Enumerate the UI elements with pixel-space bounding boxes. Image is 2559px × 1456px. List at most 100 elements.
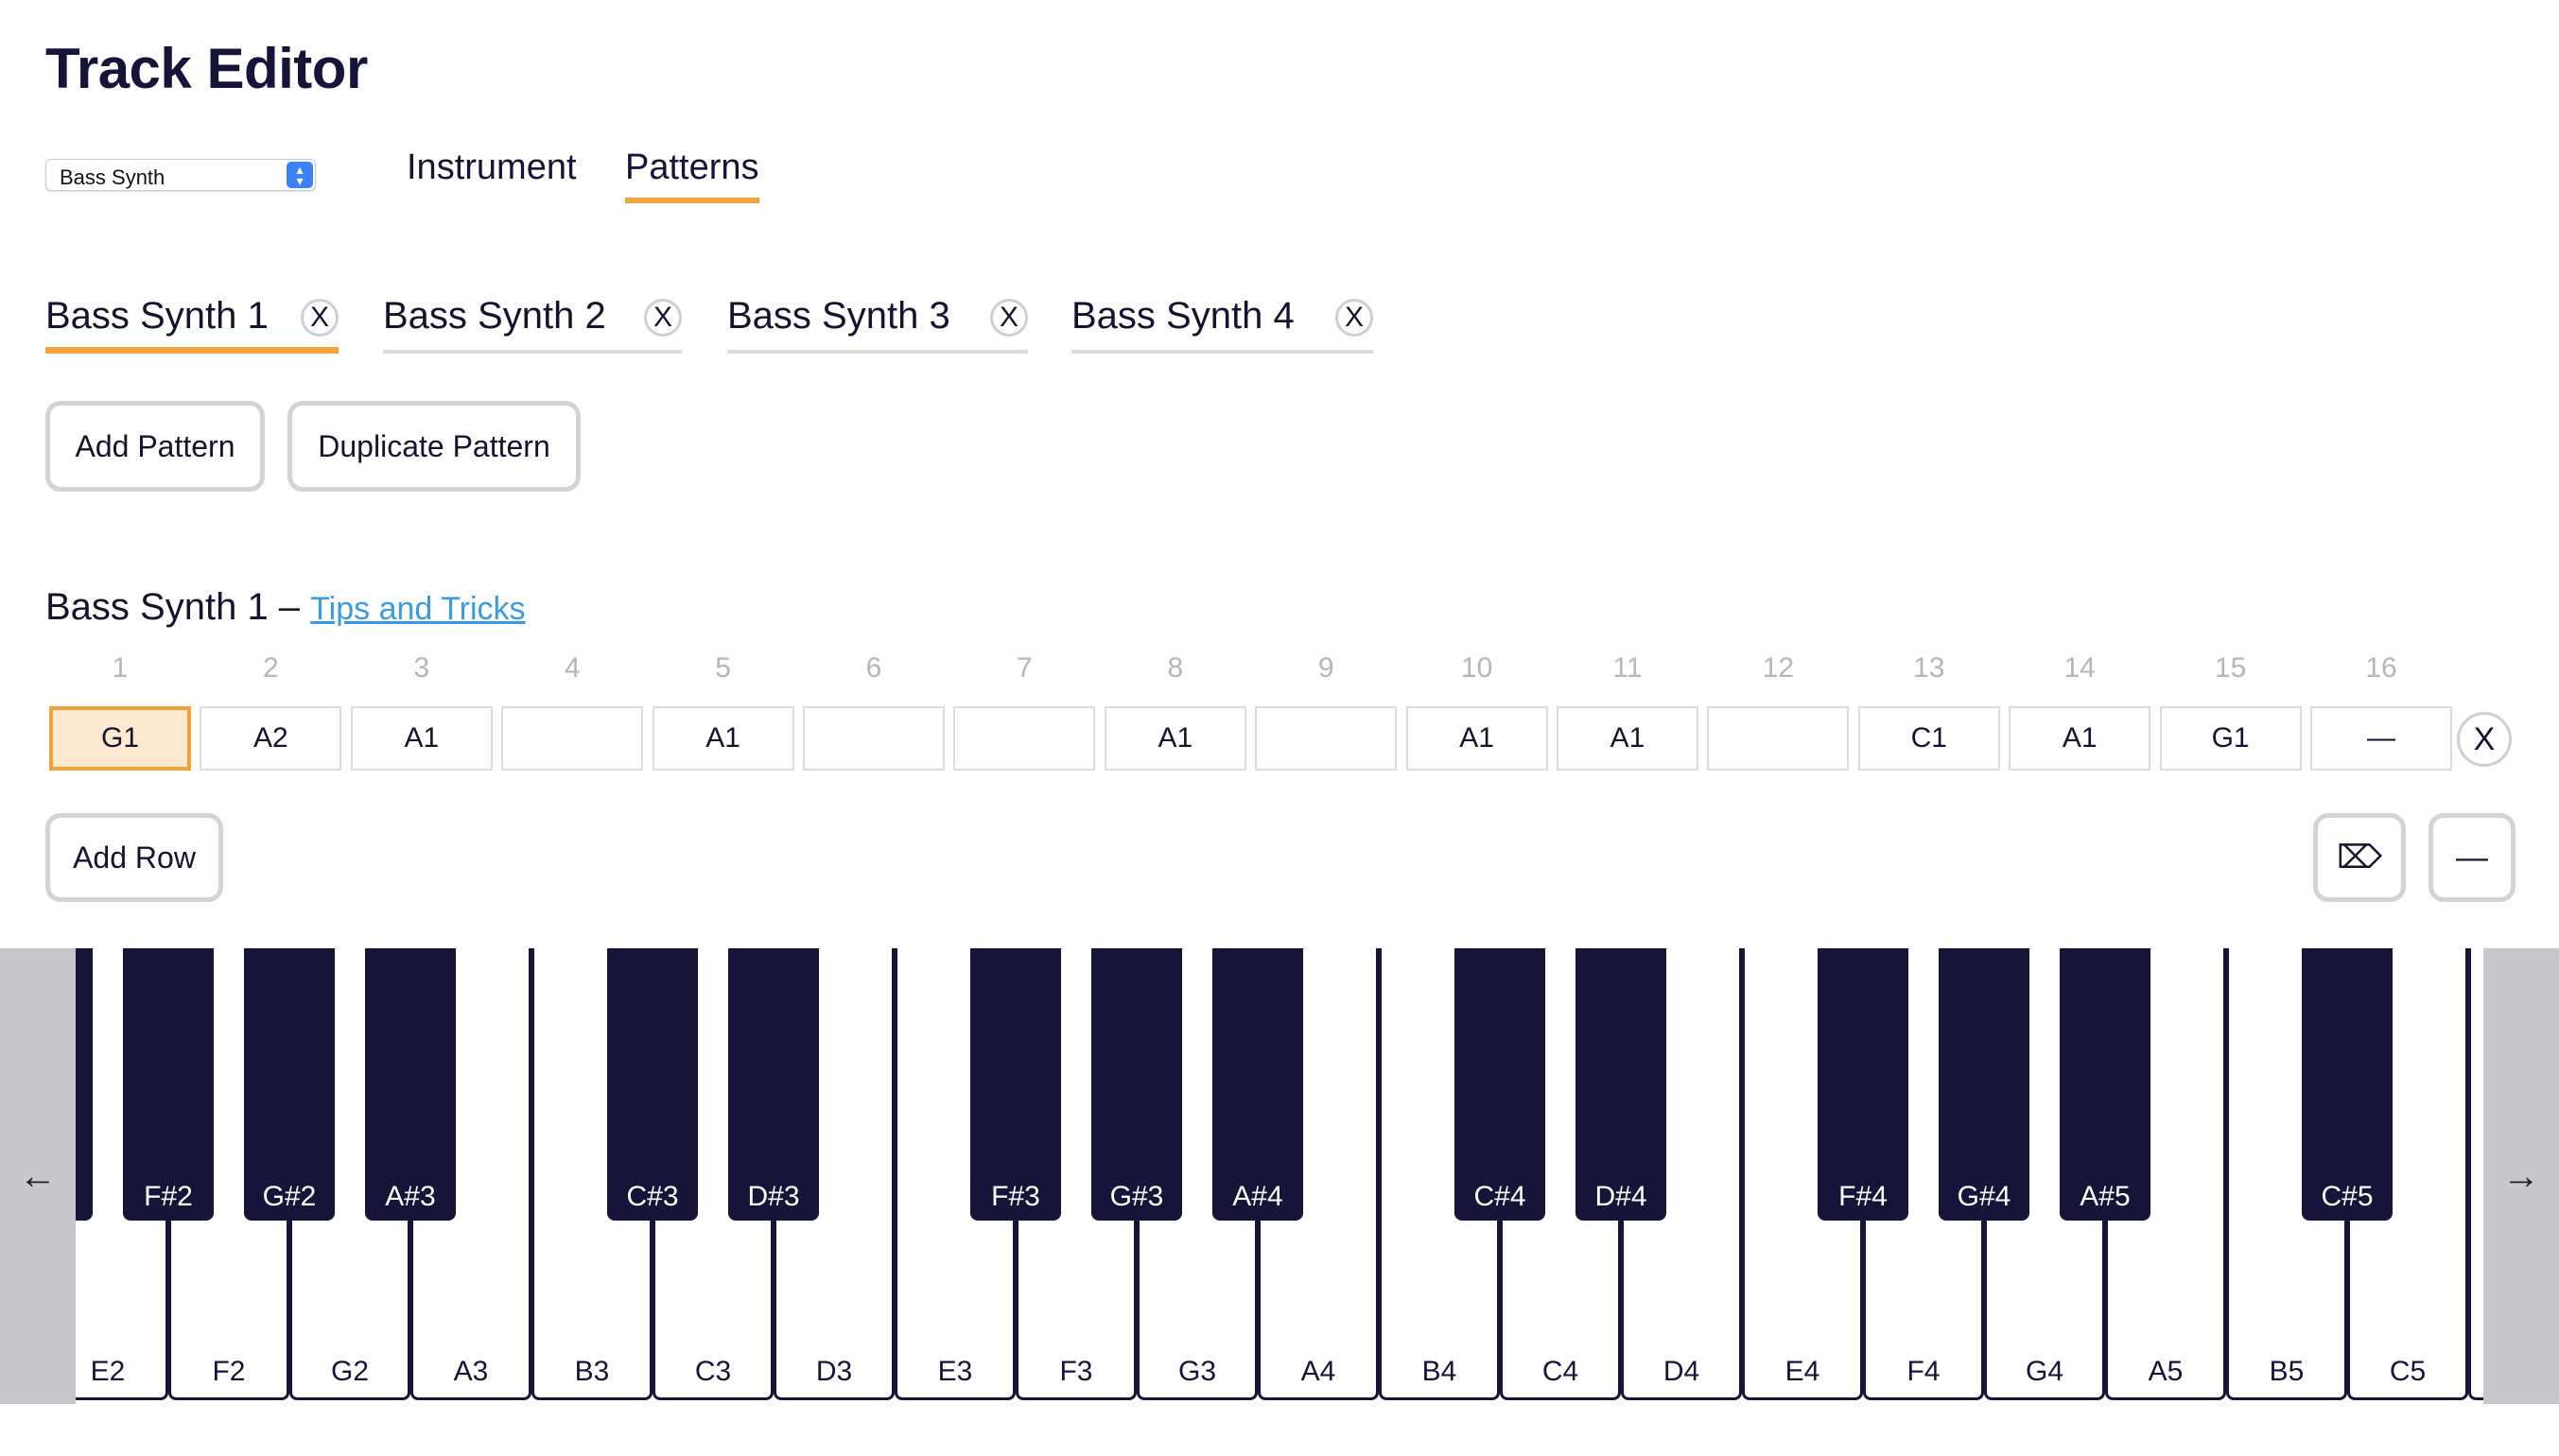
step-cell[interactable]: G1 [2159, 706, 2302, 771]
white-key-label: F4 [1906, 1356, 1941, 1387]
step-number: 9 [1317, 652, 1334, 684]
black-key[interactable]: C#3 [607, 948, 698, 1221]
black-key-label: A#5 [2080, 1181, 2131, 1212]
step-cell[interactable] [1707, 706, 1850, 771]
tab-patterns[interactable]: Patterns [625, 147, 759, 203]
black-key[interactable]: C#5 [2302, 948, 2393, 1221]
step-number: 14 [2063, 652, 2096, 684]
black-key[interactable]: F#4 [1818, 948, 1908, 1221]
black-key[interactable]: F#2 [123, 948, 214, 1221]
black-key-label: F#4 [1838, 1181, 1888, 1212]
white-key-label: G2 [330, 1356, 370, 1387]
close-pattern-icon[interactable]: X [1335, 299, 1373, 337]
step-number: 3 [413, 652, 430, 684]
step-number: 10 [1460, 652, 1493, 684]
black-key-label: A#3 [385, 1181, 436, 1212]
close-pattern-icon[interactable]: X [644, 299, 682, 337]
black-key[interactable]: G#2 [244, 948, 335, 1221]
step-cell[interactable]: A1 [1104, 706, 1246, 771]
white-key-label: E3 [937, 1356, 973, 1387]
step-number: 16 [2365, 652, 2397, 684]
pattern-tab-1[interactable]: Bass Synth 1 X [45, 293, 339, 354]
step-cell[interactable] [1255, 706, 1398, 771]
piano-keyboard: E2 F2 G2 A3 B3 C3 D3 E3 F3 G3 A4 B4 C4 D4 E4 F4 G4 A5 B5 C5… [0, 948, 2559, 1456]
step-number: 5 [715, 652, 731, 684]
pattern-heading: Bass Synth 1 – Tips and Tricks [45, 586, 526, 629]
instrument-select[interactable]: Bass Synth ▴ ▾ [45, 159, 316, 191]
select-arrows-icon: ▴ ▾ [287, 162, 313, 188]
pattern-tab-label: Bass Synth 2 [383, 295, 606, 337]
step-cell[interactable]: A1 [1405, 706, 1548, 771]
step-cell[interactable]: C1 [1857, 706, 2000, 771]
white-key-label: B5 [2269, 1356, 2305, 1387]
page-title: Track Editor [45, 37, 368, 100]
white-key-label: C3 [694, 1356, 732, 1387]
white-key-label: A4 [1300, 1356, 1336, 1387]
add-row-button[interactable]: Add Row [45, 813, 223, 902]
step-cell[interactable]: A1 [652, 706, 794, 771]
pattern-tab-3[interactable]: Bass Synth 3 X [727, 293, 1028, 354]
close-pattern-icon[interactable]: X [990, 299, 1028, 337]
step-number: 13 [1913, 652, 1945, 684]
pattern-tab-4[interactable]: Bass Synth 4 X [1071, 293, 1373, 354]
step-cell[interactable] [953, 706, 1096, 771]
step-number: 7 [1017, 652, 1033, 684]
white-key-label: B3 [574, 1356, 610, 1387]
clear-note-icon[interactable]: ⌦ [2313, 813, 2406, 902]
add-pattern-button[interactable]: Add Pattern [45, 401, 265, 492]
pattern-tab-label: Bass Synth 3 [727, 295, 950, 337]
step-number: 4 [564, 652, 581, 684]
white-key-label: C4 [1541, 1356, 1579, 1387]
white-key-label: C5 [2389, 1356, 2427, 1387]
step-cell[interactable] [501, 706, 644, 771]
step-number: 8 [1167, 652, 1184, 684]
step-cell[interactable]: A1 [1557, 706, 1698, 771]
step-number: 2 [263, 652, 279, 684]
step-cell[interactable] [803, 706, 945, 771]
black-key[interactable]: A#3 [365, 948, 456, 1221]
black-key-label: C#3 [626, 1181, 679, 1212]
tab-instrument[interactable]: Instrument [407, 147, 577, 198]
white-key-label: D3 [815, 1356, 853, 1387]
black-key[interactable]: G#3 [1091, 948, 1182, 1221]
black-key[interactable]: F#3 [970, 948, 1061, 1221]
step-cell[interactable]: G1 [49, 706, 191, 771]
black-key-label: G#3 [1109, 1181, 1164, 1212]
black-key-label: A#4 [1232, 1181, 1283, 1212]
white-key-label: A3 [453, 1356, 489, 1387]
arrow-left-icon[interactable]: ← [0, 948, 76, 1404]
step-cell[interactable]: A1 [2009, 706, 2151, 771]
white-key-label: B4 [1421, 1356, 1457, 1387]
step-cell[interactable]: A1 [350, 706, 493, 771]
white-key-label: D4 [1662, 1356, 1700, 1387]
step-number: 6 [865, 652, 882, 684]
step-cell[interactable]: — [2310, 706, 2452, 771]
black-key[interactable]: D#4 [1575, 948, 1666, 1221]
black-key-label: G#4 [1957, 1181, 2011, 1212]
pattern-tab-2[interactable]: Bass Synth 2 X [383, 293, 682, 354]
pattern-tab-label: Bass Synth 1 [45, 295, 269, 337]
arrow-right-icon[interactable]: → [2483, 948, 2559, 1404]
close-pattern-icon[interactable]: X [301, 299, 339, 337]
rest-note-icon[interactable]: — [2428, 813, 2515, 902]
black-key[interactable]: A#5 [2060, 948, 2150, 1221]
black-key-label: D#4 [1594, 1181, 1647, 1212]
white-key-label: A5 [2148, 1356, 2184, 1387]
duplicate-pattern-button[interactable]: Duplicate Pattern [287, 401, 581, 492]
step-number: 11 [1612, 652, 1643, 684]
tips-and-tricks-link[interactable]: Tips and Tricks [310, 591, 525, 627]
black-key[interactable]: C#4 [1454, 948, 1545, 1221]
white-key-label: F3 [1059, 1356, 1093, 1387]
black-key-label: C#4 [1473, 1181, 1526, 1212]
white-key-label: G3 [1177, 1356, 1217, 1387]
step-number: 15 [2214, 652, 2247, 684]
step-number: 1 [112, 652, 129, 684]
remove-row-icon[interactable]: X [2457, 712, 2512, 767]
step-cell[interactable]: A2 [200, 706, 342, 771]
black-key[interactable]: D#3 [728, 948, 819, 1221]
black-key-label: C#5 [2321, 1181, 2374, 1212]
white-key-label: E4 [1784, 1356, 1820, 1387]
black-key[interactable]: G#4 [1939, 948, 2029, 1221]
instrument-select-value: Bass Synth [60, 165, 165, 189]
black-key[interactable]: A#4 [1212, 948, 1303, 1221]
